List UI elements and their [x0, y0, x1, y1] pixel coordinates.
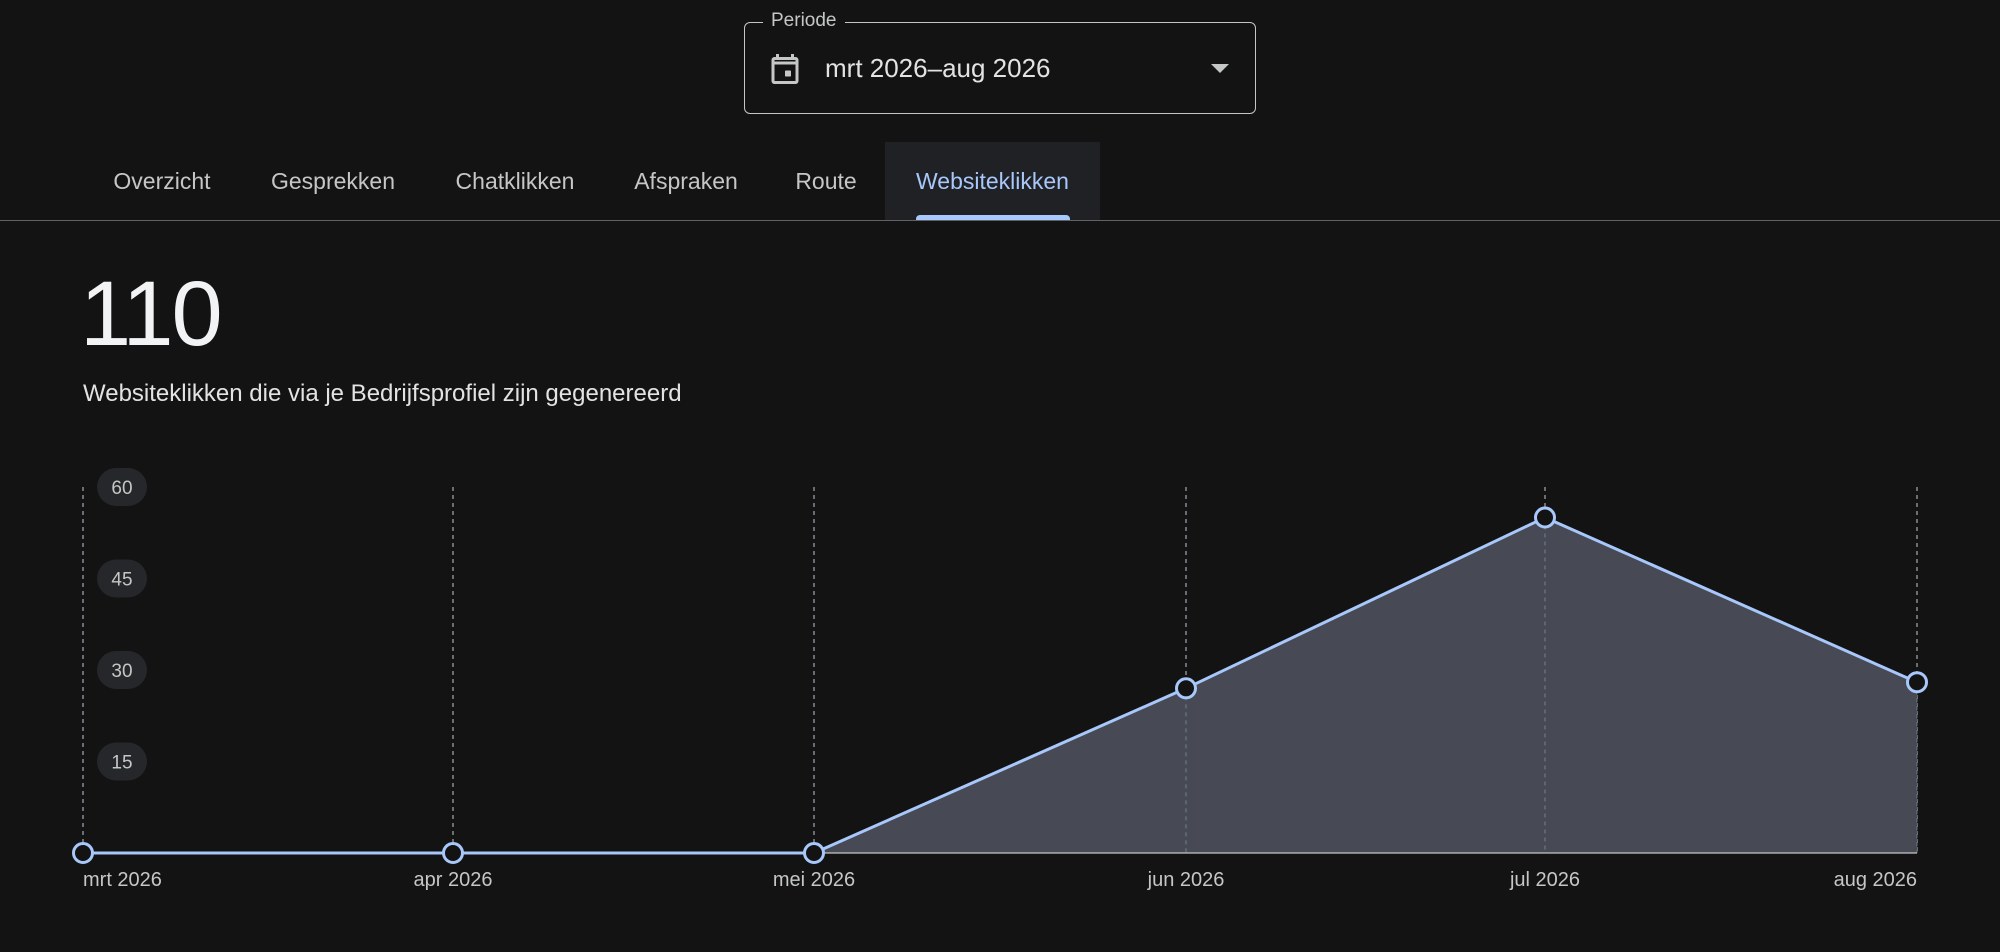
data-point [1906, 671, 1928, 694]
x-tick-label: jul 2026 [1509, 869, 1580, 891]
tab-bar: Overzicht Gesprekken Chatklikken Afsprak… [0, 142, 2000, 220]
x-tick-label: mrt 2026 [83, 869, 162, 891]
data-point [72, 842, 94, 864]
data-point [1175, 677, 1197, 700]
tabs-divider [0, 220, 2000, 221]
y-tick-label: 30 [111, 661, 132, 682]
x-tick-label: mei 2026 [773, 869, 855, 891]
data-point [803, 842, 825, 864]
tab-websiteklikken[interactable]: Websiteklikken [885, 142, 1100, 220]
tab-overzicht[interactable]: Overzicht [86, 142, 238, 220]
dropdown-arrow-icon [1211, 64, 1229, 73]
tab-afspraken[interactable]: Afspraken [618, 142, 754, 220]
tab-route[interactable]: Route [774, 142, 878, 220]
x-tick-label: jun 2026 [1147, 869, 1225, 891]
calendar-icon [771, 54, 799, 84]
x-tick-label: apr 2026 [414, 869, 493, 891]
website-clicks-chart: 15 30 45 60 mrt 2026 apr 2026 mei 2026 jun 2026… [72, 468, 1928, 891]
area-fill [83, 517, 1917, 853]
tab-chatklikken[interactable]: Chatklikken [438, 142, 592, 220]
data-point [1534, 506, 1556, 529]
y-tick-label: 15 [111, 753, 132, 774]
period-label: Periode [763, 10, 845, 32]
period-select[interactable]: Periode mrt 2026–aug 2026 [744, 10, 1256, 114]
x-tick-label: aug 2026 [1834, 869, 1917, 891]
metric-value: 110 [80, 263, 223, 365]
metric-description: Websiteklikken die via je Bedrijfsprofie… [83, 380, 682, 407]
y-tick-label: 60 [111, 478, 132, 499]
tab-gesprekken[interactable]: Gesprekken [256, 142, 410, 220]
data-point [442, 842, 464, 864]
period-value: mrt 2026–aug 2026 [825, 53, 1051, 83]
y-tick-label: 45 [111, 570, 132, 591]
